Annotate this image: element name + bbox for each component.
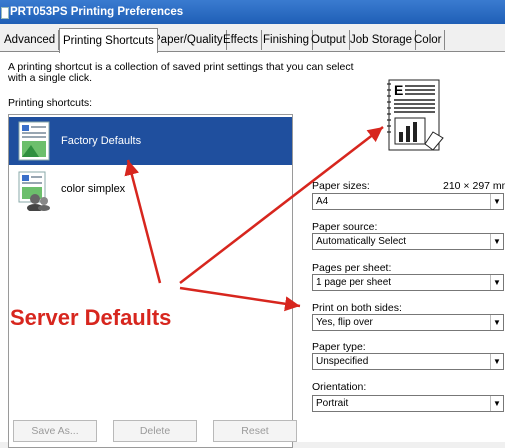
- tab-paper-quality[interactable]: Paper/Quality: [150, 30, 227, 50]
- svg-text:E: E: [394, 82, 403, 98]
- print-both-sides-value: Yes, flip over: [316, 317, 373, 328]
- chevron-down-icon[interactable]: ▼: [490, 396, 503, 411]
- shortcuts-list[interactable]: Factory Defaults color simplex: [8, 114, 293, 448]
- document-landscape-icon: [18, 121, 50, 161]
- document-people-icon: [18, 171, 50, 211]
- tab-printing-shortcuts[interactable]: Printing Shortcuts: [59, 28, 158, 53]
- shortcut-factory-defaults[interactable]: Factory Defaults: [9, 117, 292, 165]
- paper-type-label: Paper type:: [312, 341, 366, 353]
- title-bar: PRT053PS Printing Preferences: [0, 0, 505, 24]
- chevron-down-icon[interactable]: ▼: [490, 234, 503, 249]
- delete-button[interactable]: Delete: [113, 420, 197, 442]
- reset-button[interactable]: Reset: [213, 420, 297, 442]
- tab-effects[interactable]: Effects: [220, 30, 262, 50]
- tab-job-storage[interactable]: Job Storage: [347, 30, 417, 50]
- paper-sizes-label: Paper sizes:: [312, 180, 370, 192]
- tab-output[interactable]: Output: [308, 30, 350, 50]
- paper-size-select[interactable]: A4 ▼: [312, 193, 504, 210]
- print-both-sides-label: Print on both sides:: [312, 302, 402, 314]
- paper-source-label: Paper source:: [312, 221, 378, 233]
- server-defaults-annotation: Server Defaults: [10, 305, 172, 330]
- chevron-down-icon[interactable]: ▼: [490, 354, 503, 369]
- shortcut-label: Factory Defaults: [61, 135, 142, 147]
- orientation-label: Orientation:: [312, 381, 367, 393]
- tab-finishing[interactable]: Finishing: [260, 30, 314, 50]
- tab-color[interactable]: Color: [411, 30, 446, 50]
- shortcuts-heading: Printing shortcuts:: [8, 97, 93, 109]
- printer-icon: [1, 7, 9, 19]
- chevron-down-icon[interactable]: ▼: [490, 275, 503, 290]
- print-both-sides-select[interactable]: Yes, flip over ▼: [312, 314, 504, 331]
- shortcut-description: A printing shortcut is a collection of s…: [8, 61, 354, 84]
- orientation-select[interactable]: Portrait ▼: [312, 395, 504, 412]
- pages-per-sheet-select[interactable]: 1 page per sheet ▼: [312, 274, 504, 291]
- paper-dimension: 210 × 297 mm: [443, 180, 505, 192]
- orientation-value: Portrait: [316, 398, 349, 409]
- window-title: PRT053PS Printing Preferences: [10, 6, 184, 18]
- page-preview-icon: E: [387, 79, 444, 151]
- pages-per-sheet-label: Pages per sheet:: [312, 262, 392, 274]
- shortcut-color-simplex[interactable]: color simplex: [9, 167, 292, 215]
- pages-per-sheet-value: 1 page per sheet: [316, 277, 392, 288]
- paper-source-select[interactable]: Automatically Select ▼: [312, 233, 504, 250]
- save-as-button[interactable]: Save As...: [13, 420, 97, 442]
- tab-strip: Advanced Printing Shortcuts Paper/Qualit…: [0, 28, 505, 53]
- paper-type-value: Unspecified: [316, 356, 369, 367]
- shortcut-label: color simplex: [61, 183, 126, 195]
- chevron-down-icon[interactable]: ▼: [490, 194, 503, 209]
- paper-type-select[interactable]: Unspecified ▼: [312, 353, 504, 370]
- chevron-down-icon[interactable]: ▼: [490, 315, 503, 330]
- paper-size-value: A4: [316, 196, 329, 207]
- paper-source-value: Automatically Select: [316, 236, 407, 247]
- tab-advanced[interactable]: Advanced: [1, 30, 60, 50]
